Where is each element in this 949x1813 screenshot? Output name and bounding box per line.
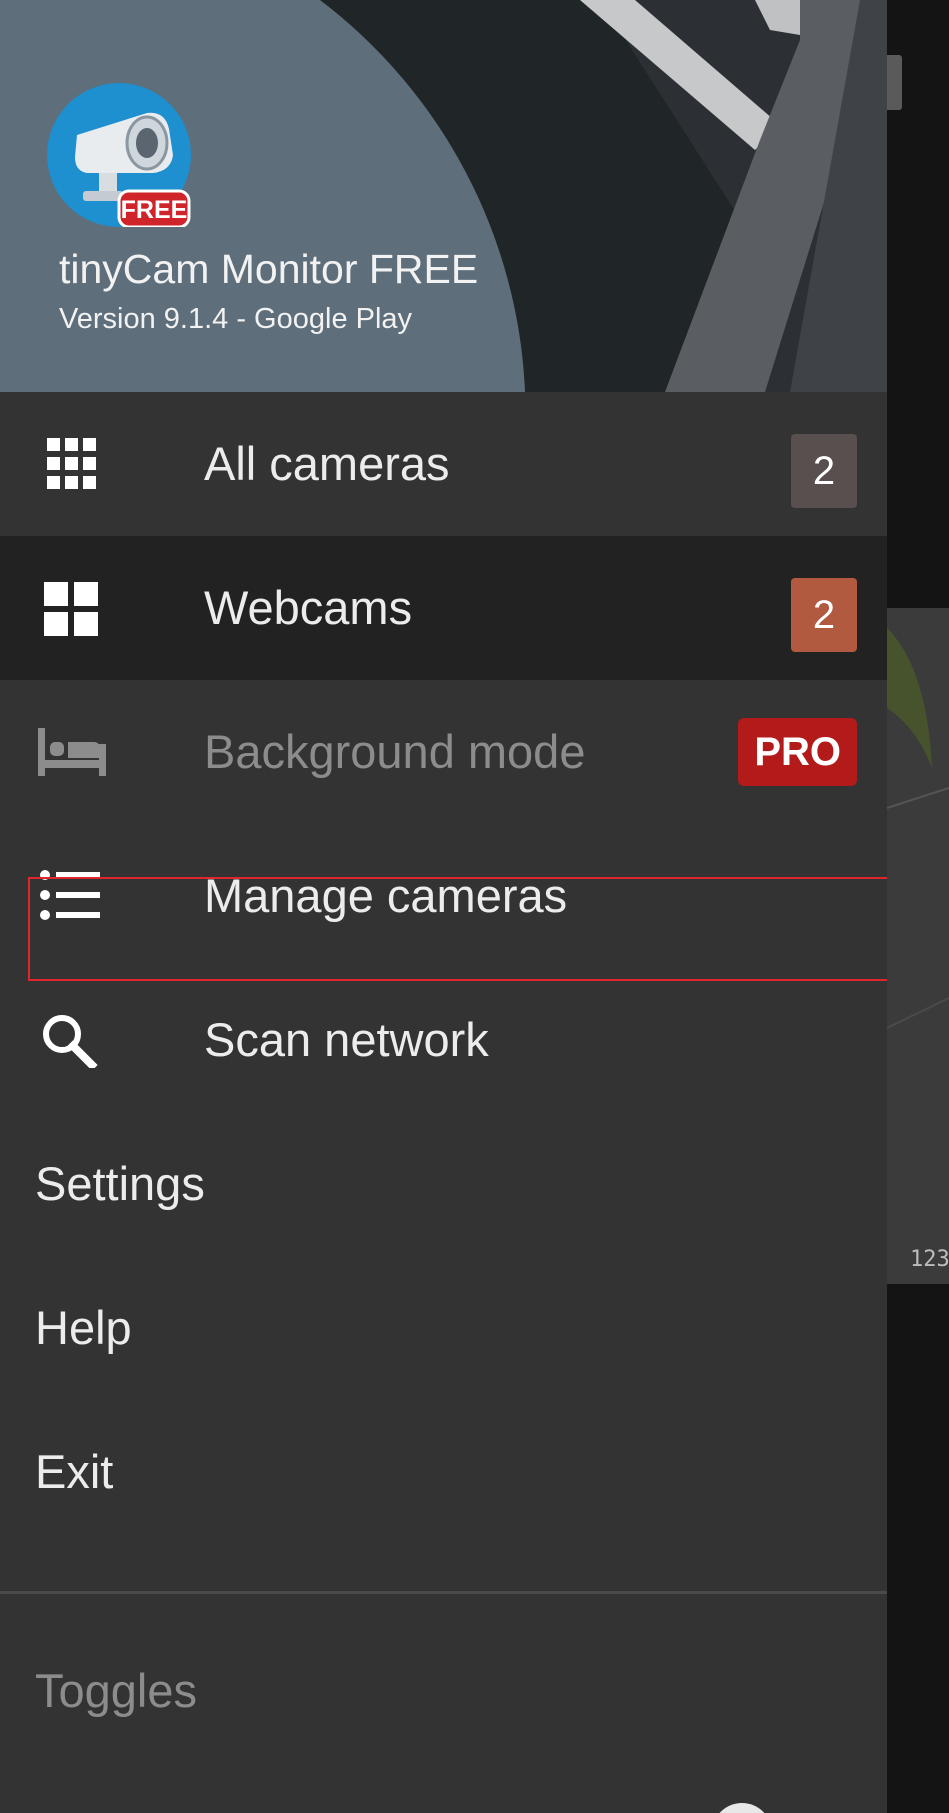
grid-3x3-icon — [47, 438, 96, 489]
camera-count-badge: 2 — [791, 434, 857, 508]
menu-item-manage-cameras[interactable]: Manage cameras — [0, 824, 887, 968]
app-version: Version 9.1.4 - Google Play — [59, 303, 413, 335]
toggles-section-title: Toggles — [35, 1664, 197, 1717]
grid-2x2-icon — [44, 582, 98, 636]
camera-count-badge: 2 — [791, 578, 857, 652]
menu-item-label: Background mode — [204, 725, 586, 778]
menu-item-webcams[interactable]: Webcams 2 — [0, 536, 887, 680]
menu-item-label: All cameras — [204, 437, 450, 490]
divider — [0, 1591, 887, 1594]
pro-badge: PRO — [738, 718, 857, 786]
navigation-drawer: FREE tinyCam Monitor FREE Version 9.1.4 … — [0, 0, 887, 1813]
menu-item-scan-network[interactable]: Scan network — [0, 968, 887, 1112]
menu-item-label: Scan network — [204, 1013, 489, 1066]
camera-thumbnail-image — [887, 628, 949, 1029]
menu-item-label: Webcams — [204, 581, 413, 634]
app-name: tinyCam Monitor FREE — [59, 246, 479, 292]
drawer-header: FREE tinyCam Monitor FREE Version 9.1.4 … — [0, 0, 887, 392]
thumbnail-timestamp: 123 — [910, 1247, 949, 1272]
menu-item-label: Settings — [35, 1157, 205, 1210]
app-logo: FREE — [47, 83, 191, 227]
menu-item-settings[interactable]: Settings — [0, 1112, 887, 1256]
background-scrollbar[interactable] — [887, 55, 902, 110]
menu-item-exit[interactable]: Exit — [0, 1400, 887, 1544]
camera-thumbnail[interactable]: 123 — [887, 608, 949, 1284]
menu-item-label: Exit — [35, 1445, 114, 1498]
search-icon — [43, 1015, 98, 1068]
list-icon — [40, 870, 100, 920]
menu-item-all-cameras[interactable]: All cameras 2 — [0, 392, 887, 536]
menu-item-label: Manage cameras — [204, 869, 568, 922]
menu-item-help[interactable]: Help — [0, 1256, 887, 1400]
menu-item-label: Help — [35, 1301, 132, 1354]
menu-item-background-mode[interactable]: Background mode PRO — [0, 680, 887, 824]
logo-badge-text: FREE — [121, 196, 188, 224]
bed-icon — [38, 728, 106, 776]
toggle-switch[interactable] — [712, 1803, 772, 1813]
